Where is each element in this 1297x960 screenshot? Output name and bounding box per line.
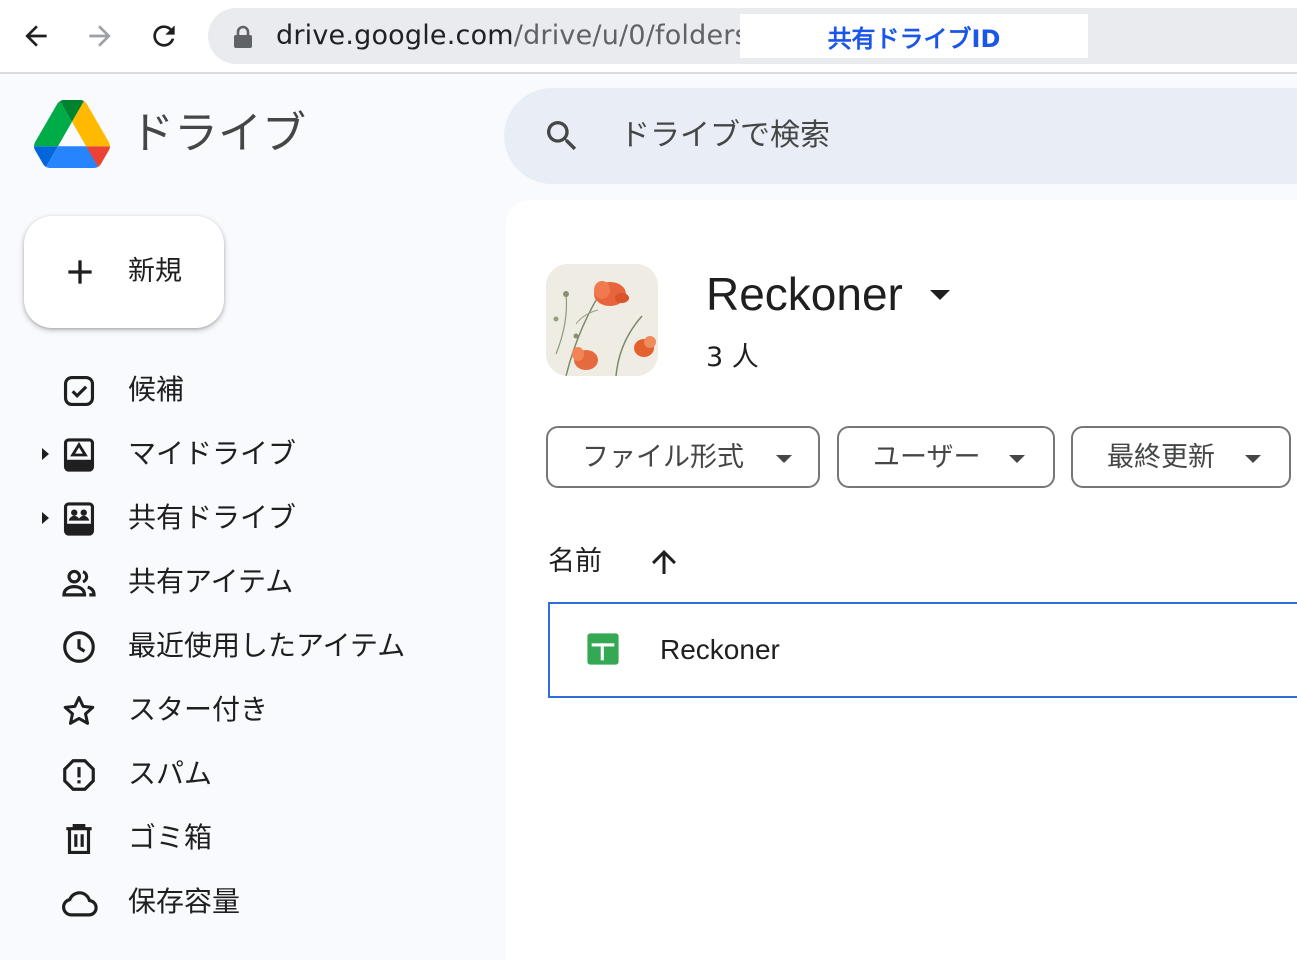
spam-icon [63, 759, 95, 791]
check-box-icon [63, 375, 95, 407]
drive-logo-icon [34, 100, 110, 168]
url-host: drive.google.com [276, 20, 514, 51]
filter-label: 最終更新 [1107, 442, 1215, 473]
search-icon[interactable] [542, 116, 582, 156]
sidebar-item-trash[interactable]: ゴミ箱 [0, 806, 500, 870]
arrow-left-icon [25, 25, 47, 47]
drive-menu-caret-icon[interactable] [930, 290, 950, 300]
url-text: drive.google.com/drive/u/0/folders/ [276, 19, 758, 53]
filter-label: ファイル形式 [582, 442, 744, 473]
main-panel: Reckoner 3 人 ファイル形式 ユーザー 最終更新 名前 Reckone… [506, 200, 1297, 960]
sidebar-item-label: スター付き [128, 693, 269, 726]
filter-modified[interactable]: 最終更新 [1071, 426, 1291, 488]
sidebar-item-shared-drives[interactable]: 共有ドライブ [0, 486, 500, 550]
back-button[interactable] [18, 18, 54, 54]
sidebar-item-label: スパム [128, 757, 213, 790]
arrow-right-icon [89, 25, 111, 47]
poppy-flowers-image [546, 264, 658, 376]
reload-icon [153, 25, 175, 47]
arrow-up-icon[interactable] [646, 544, 682, 580]
sidebar-item-shared-with-me[interactable]: 共有アイテム [0, 550, 500, 614]
sidebar-item-spam[interactable]: スパム [0, 742, 500, 806]
dropdown-caret-icon [776, 455, 792, 463]
new-button[interactable]: 新規 [24, 216, 224, 328]
plus-icon [68, 260, 92, 284]
shared-drive-name[interactable]: Reckoner [706, 266, 903, 322]
shared-drive-avatar [546, 264, 658, 376]
dropdown-caret-icon [1245, 455, 1261, 463]
expand-arrow-icon[interactable] [42, 512, 49, 524]
people-icon [62, 569, 96, 597]
sidebar-item-label: マイドライブ [128, 437, 297, 470]
url-path: /drive/u/0/folders/ [513, 20, 759, 51]
reload-button[interactable] [146, 18, 182, 54]
trash-icon [66, 823, 92, 855]
my-drive-icon [63, 438, 95, 472]
column-header-name[interactable]: 名前 [548, 542, 602, 582]
sidebar-item-label: 最近使用したアイテム [128, 629, 406, 662]
shared-drive-id-label: 共有ドライブID [740, 14, 1088, 58]
filter-file-type[interactable]: ファイル形式 [546, 426, 820, 488]
dropdown-caret-icon [1009, 455, 1025, 463]
clock-icon [63, 631, 95, 663]
sidebar-item-label: 共有アイテム [128, 565, 294, 598]
filter-label: ユーザー [873, 442, 981, 473]
lock-icon [234, 25, 252, 48]
search-input[interactable]: ドライブで検索 [620, 116, 830, 156]
sidebar-item-starred[interactable]: スター付き [0, 678, 500, 742]
forward-button[interactable] [82, 18, 118, 54]
sidebar-item-storage[interactable]: 保存容量 [0, 870, 500, 934]
app-title: ドライブ [130, 108, 306, 159]
member-count[interactable]: 3 人 [706, 338, 759, 378]
sidebar-item-my-drive[interactable]: マイドライブ [0, 422, 500, 486]
filter-people[interactable]: ユーザー [837, 426, 1055, 488]
expand-arrow-icon[interactable] [42, 448, 49, 460]
sidebar-item-label: 保存容量 [128, 885, 241, 918]
cloud-icon [62, 891, 98, 917]
sidebar-item-label: ゴミ箱 [128, 821, 213, 854]
sidebar-item-recent[interactable]: 最近使用したアイテム [0, 614, 500, 678]
sidebar-item-label: 候補 [128, 373, 185, 406]
sidebar-nav: 候補 マイドライブ 共有ドライブ 共有アイテム 最近使用したアイテム スター付き… [0, 358, 500, 934]
file-name: Reckoner [660, 634, 780, 665]
shared-drives-icon [63, 502, 95, 536]
sheets-file-icon [587, 633, 619, 665]
star-icon [63, 696, 95, 725]
sidebar-item-suggested[interactable]: 候補 [0, 358, 500, 422]
new-button-label: 新規 [128, 256, 182, 287]
sidebar-item-label: 共有ドライブ [128, 501, 297, 534]
browser-toolbar: drive.google.com/drive/u/0/folders/ 共有ドラ… [0, 0, 1297, 74]
search-bar[interactable]: ドライブで検索 [504, 88, 1297, 184]
file-row[interactable]: Reckoner [548, 602, 1297, 698]
